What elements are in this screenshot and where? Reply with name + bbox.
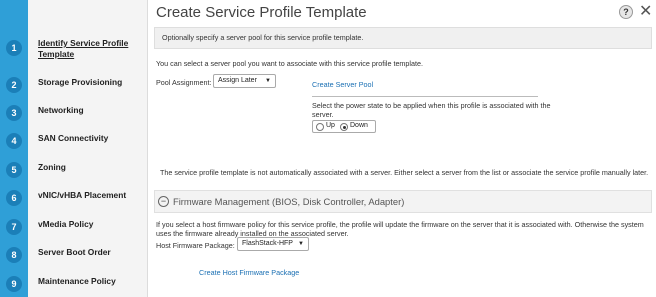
step-number: 5 xyxy=(6,162,22,178)
firmware-description: If you select a host firmware policy for… xyxy=(156,220,644,238)
step-label: Identify Service Profile Template xyxy=(38,38,129,59)
step-number: 3 xyxy=(6,105,22,121)
dialog-title: Create Service Profile Template xyxy=(156,4,367,21)
power-down-radio[interactable] xyxy=(340,123,348,131)
step-number: 8 xyxy=(6,247,22,263)
power-state-text: Select the power state to be applied whe… xyxy=(312,101,551,119)
step-zoning[interactable]: 5 Zoning xyxy=(0,156,148,184)
step-label: Storage Provisioning xyxy=(38,77,123,87)
power-state-radio-group: Up Down xyxy=(312,120,376,133)
pool-assignment-value: Assign Later xyxy=(218,77,257,84)
close-button[interactable]: ✕ xyxy=(639,1,652,21)
step-label: Zoning xyxy=(38,162,66,172)
step-vnic-vhba-placement[interactable]: 6 vNIC/vHBA Placement xyxy=(0,184,148,212)
association-note: The service profile template is not auto… xyxy=(160,168,649,177)
step-label: vMedia Policy xyxy=(38,219,94,229)
step-label: Maintenance Policy xyxy=(38,276,116,286)
host-firmware-package-select[interactable]: FlashStack-HFP ▼ xyxy=(237,237,309,251)
step-number: 2 xyxy=(6,77,22,93)
pool-intro-text: You can select a server pool you want to… xyxy=(156,59,424,68)
wizard-content: Create Service Profile Template ? ✕ Opti… xyxy=(148,0,656,297)
step-label: SAN Connectivity xyxy=(38,133,109,143)
step-identify-service-profile-template[interactable]: 1 Identify Service Profile Template xyxy=(0,34,148,62)
pool-assignment-select[interactable]: Assign Later ▼ xyxy=(213,74,276,88)
caret-down-icon: ▼ xyxy=(298,241,304,247)
caret-down-icon: ▼ xyxy=(265,78,271,84)
power-down-label: Down xyxy=(350,122,368,129)
step-vmedia-policy[interactable]: 7 vMedia Policy xyxy=(0,213,148,241)
step-number: 9 xyxy=(6,276,22,292)
info-banner: Optionally specify a server pool for thi… xyxy=(154,27,652,49)
step-label: Server Boot Order xyxy=(38,247,111,257)
power-up-label: Up xyxy=(326,122,335,129)
section-title: Firmware Management (BIOS, Disk Controll… xyxy=(173,196,405,207)
step-number: 1 xyxy=(6,40,22,56)
firmware-management-section[interactable]: − Firmware Management (BIOS, Disk Contro… xyxy=(154,190,652,213)
step-storage-provisioning[interactable]: 2 Storage Provisioning xyxy=(0,71,148,99)
step-number: 7 xyxy=(6,219,22,235)
step-networking[interactable]: 3 Networking xyxy=(0,99,148,127)
create-server-pool-link[interactable]: Create Server Pool xyxy=(312,80,373,89)
step-server-boot-order[interactable]: 8 Server Boot Order xyxy=(0,241,148,269)
info-text: Optionally specify a server pool for thi… xyxy=(162,33,364,42)
pool-assignment-label: Pool Assignment: xyxy=(156,78,212,87)
host-firmware-package-value: FlashStack-HFP xyxy=(242,240,293,247)
minus-circle-icon[interactable]: − xyxy=(158,196,169,207)
step-maintenance-policy[interactable]: 9 Maintenance Policy xyxy=(0,270,148,297)
step-label: Networking xyxy=(38,105,84,115)
host-firmware-package-label: Host Firmware Package: xyxy=(156,241,235,250)
wizard-sidebar: 1 Identify Service Profile Template 2 St… xyxy=(0,0,148,297)
divider xyxy=(312,96,538,97)
step-number: 6 xyxy=(6,190,22,206)
create-host-firmware-package-link[interactable]: Create Host Firmware Package xyxy=(199,268,299,277)
power-up-radio[interactable] xyxy=(316,123,324,131)
help-button[interactable]: ? xyxy=(619,5,633,19)
step-number: 4 xyxy=(6,133,22,149)
step-label: vNIC/vHBA Placement xyxy=(38,190,127,200)
step-san-connectivity[interactable]: 4 SAN Connectivity xyxy=(0,127,148,155)
